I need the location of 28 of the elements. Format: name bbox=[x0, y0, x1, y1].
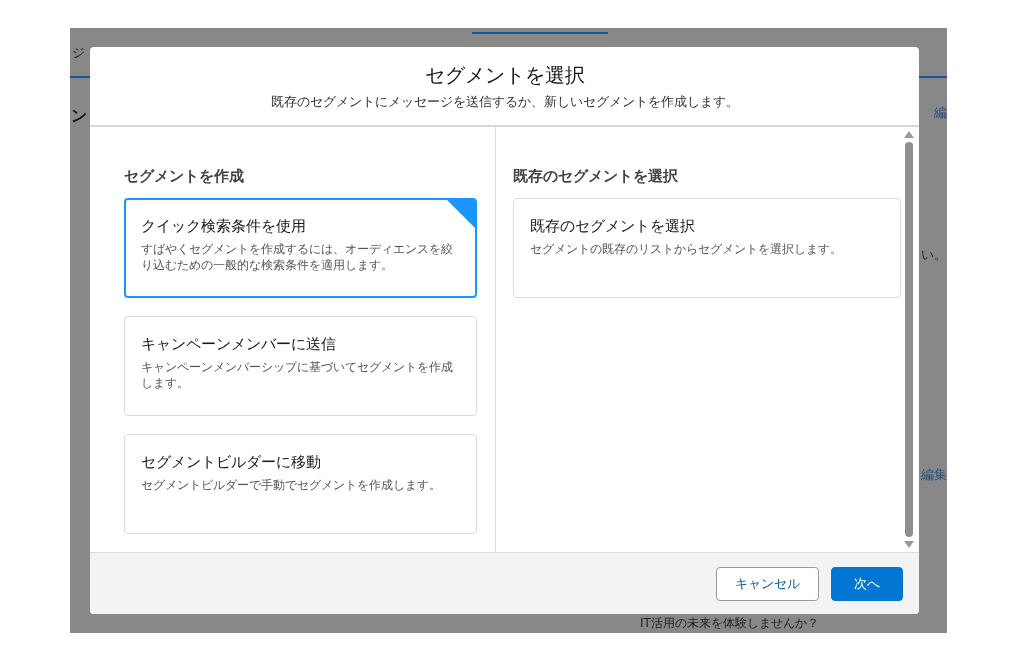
selected-corner-icon bbox=[445, 199, 476, 229]
scrollbar[interactable] bbox=[903, 131, 915, 548]
background-text: い。 bbox=[921, 246, 947, 264]
option-description: セグメントビルダーで手動でセグメントを作成します。 bbox=[141, 478, 442, 494]
next-button[interactable]: 次へ bbox=[831, 566, 903, 601]
option-description: キャンペーンメンバーシップに基づいてセグメントを作成します。 bbox=[141, 360, 454, 392]
cancel-button[interactable]: キャンセル bbox=[716, 566, 819, 601]
dialog-subtitle: 既存のセグメントにメッセージを送信するか、新しいセグメントを作成します。 bbox=[270, 92, 739, 111]
background-text: 編 bbox=[934, 104, 947, 122]
option-title: 既存のセグメントを選択 bbox=[529, 217, 696, 236]
scroll-up-icon[interactable] bbox=[904, 131, 914, 138]
dialog-title: セグメントを選択 bbox=[424, 61, 585, 89]
section-heading: 既存のセグメントを選択 bbox=[512, 167, 679, 186]
scroll-down-icon[interactable] bbox=[904, 541, 914, 548]
option-card[interactable]: キャンペーンメンバーに送信 キャンペーンメンバーシップに基づいてセグメントを作成します。 bbox=[124, 316, 477, 416]
background-text: ジ bbox=[72, 44, 85, 62]
option-card[interactable]: クイック検索条件を使用 すばやくセグメントを作成するには、オーディエンスを絞り込むための一般的な検索条件を適用します。 bbox=[124, 198, 477, 298]
background-text: ン bbox=[71, 106, 87, 127]
option-card[interactable]: 既存のセグメントを選択 セグメントの既存のリストからセグメントを選択します。 bbox=[512, 198, 901, 298]
background-text: IT活用の未来を体験しませんか？ bbox=[640, 616, 819, 631]
option-card[interactable]: セグメントビルダーに移動 セグメントビルダーで手動でセグメントを作成します。 bbox=[124, 434, 477, 534]
background-text: 編集 bbox=[921, 466, 947, 484]
section-heading: セグメントを作成 bbox=[124, 167, 245, 186]
option-title: セグメントビルダーに移動 bbox=[141, 453, 322, 472]
option-title: クイック検索条件を使用 bbox=[141, 217, 307, 236]
option-description: すばやくセグメントを作成するには、オーディエンスを絞り込むための一般的な検索条件を適用します。 bbox=[141, 242, 454, 274]
option-description: セグメントの既存のリストからセグメントを選択します。 bbox=[529, 242, 843, 258]
option-title: キャンペーンメンバーに送信 bbox=[141, 335, 337, 354]
